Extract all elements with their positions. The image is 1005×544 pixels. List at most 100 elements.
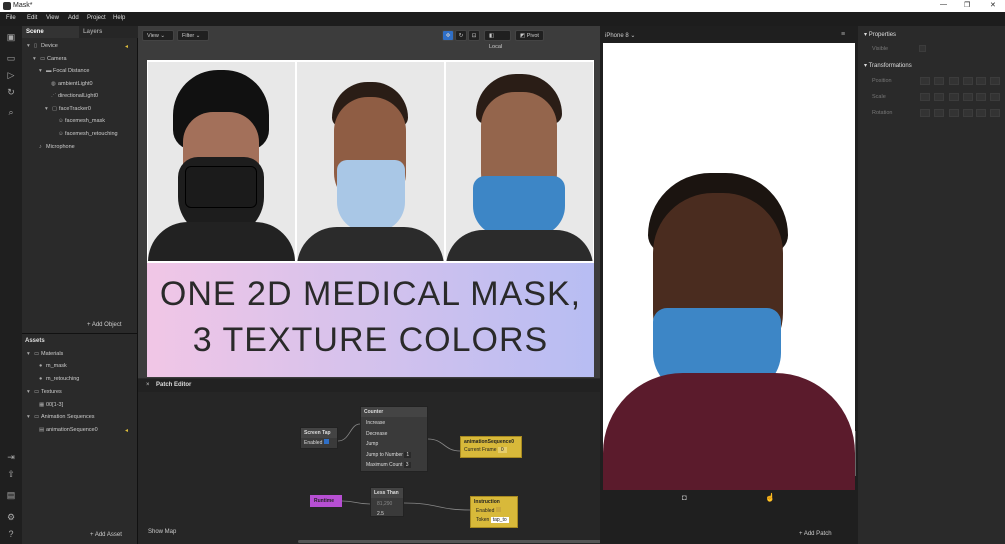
assets-title: Assets <box>25 338 45 344</box>
rotation-x-field[interactable] <box>920 109 930 117</box>
material-icon: ● <box>39 363 43 369</box>
asset-animation-sequence[interactable]: ▤ animationSequence0 <box>39 427 98 433</box>
filter-dropdown[interactable]: Filter ⌄ <box>177 30 209 41</box>
texture-icon: ▦ <box>39 402 45 408</box>
refresh-icon[interactable]: ↻ <box>5 86 17 98</box>
share-icon[interactable]: ⇧ <box>5 468 17 480</box>
tree-item-facemesh-retouching[interactable]: ☺facemesh_retouching <box>58 131 118 137</box>
tree-item-facemesh-mask[interactable]: ☺facemesh_mask <box>58 118 105 124</box>
asset-folder-materials[interactable]: ▾ ▭ Materials <box>27 351 63 357</box>
asset-texture-sequence[interactable]: ▦ 00[1-3] <box>39 402 63 408</box>
position-y-field[interactable] <box>949 77 959 85</box>
phone-screen <box>603 43 855 490</box>
pivot-button[interactable]: ◩ Pivot <box>515 30 544 41</box>
export-icon[interactable]: ⇥ <box>5 451 17 463</box>
position-z2-field[interactable] <box>990 77 1000 85</box>
focal-icon: ▬ <box>46 68 52 74</box>
screenshot-icon[interactable]: ◘ <box>682 493 687 502</box>
folder-icon: ▭ <box>34 389 40 395</box>
maximize-button[interactable]: ❐ <box>964 1 970 9</box>
pin-icon[interactable]: ◂ <box>125 427 128 434</box>
patch-editor[interactable]: × Patch Editor Screen Tap Enabled Counte… <box>138 379 618 544</box>
menu-add[interactable]: Add <box>68 15 79 21</box>
show-map-button[interactable]: Show Map <box>148 529 176 535</box>
add-asset-button[interactable]: + Add Asset <box>90 532 122 538</box>
facemesh-icon: ☺ <box>58 118 64 124</box>
position-x-field[interactable] <box>920 77 930 85</box>
folder-icon: ▭ <box>34 414 40 420</box>
facemesh-icon: ☺ <box>58 131 64 137</box>
asset-m-retouching[interactable]: ● m_retouching <box>39 376 79 382</box>
play-icon[interactable]: ▷ <box>5 69 17 81</box>
move-tool-icon[interactable]: ✥ <box>442 30 454 41</box>
tab-scene[interactable]: Scene <box>22 26 79 38</box>
view-dropdown[interactable]: View ⌄ <box>142 30 174 41</box>
layout-icon[interactable]: ▣ <box>5 31 17 43</box>
scale-z2-field[interactable] <box>990 93 1000 101</box>
scale-y2-field[interactable] <box>963 93 973 101</box>
tree-item-face-tracker[interactable]: ▾ ▢ faceTracker0 <box>45 106 91 112</box>
tree-item-camera[interactable]: ▾ ▭ Camera <box>33 56 67 62</box>
add-object-button[interactable]: + Add Object <box>87 322 122 328</box>
pin-icon[interactable]: ◂ <box>125 43 128 50</box>
position-label: Position <box>872 78 892 84</box>
tree-item-ambient-light[interactable]: ◍ ambientLight0 <box>51 81 93 87</box>
scale-y-field[interactable] <box>949 93 959 101</box>
help-icon[interactable]: ? <box>5 528 17 540</box>
device-dropdown[interactable]: iPhone 8 ⌄ <box>605 32 635 39</box>
local-button[interactable]: ◧ Local <box>484 30 511 50</box>
visible-checkbox[interactable] <box>919 45 926 52</box>
library-icon[interactable]: ▤ <box>5 489 17 501</box>
visible-label: Visible <box>872 46 889 52</box>
left-toolbar: ▣ ▭ ▷ ↻ ⌕ ⇥ ⇧ ▤ ⚙ ? <box>0 26 22 544</box>
tree-item-directional-light[interactable]: ⋰ directionalLight0 <box>51 93 98 99</box>
menu-project[interactable]: Project <box>87 15 106 21</box>
scale-z-field[interactable] <box>976 93 986 101</box>
banner-line-2: 3 TEXTURE COLORS <box>192 321 549 359</box>
zoom-icon[interactable]: ⌕ <box>5 106 17 118</box>
position-y2-field[interactable] <box>963 77 973 85</box>
video-icon[interactable]: ▭ <box>5 52 17 64</box>
rotation-y-field[interactable] <box>949 109 959 117</box>
patch-connections <box>337 423 471 511</box>
menu-file[interactable]: File <box>6 15 16 21</box>
app-icon <box>3 2 11 10</box>
tree-item-microphone[interactable]: ♪ Microphone <box>39 144 75 150</box>
position-z-field[interactable] <box>976 77 986 85</box>
rotation-z-field[interactable] <box>976 109 986 117</box>
close-button[interactable]: ✕ <box>990 1 996 9</box>
menu-edit[interactable]: Edit <box>27 15 37 21</box>
add-patch-button[interactable]: + Add Patch <box>799 531 832 537</box>
scale-label: Scale <box>872 94 886 100</box>
rotation-x2-field[interactable] <box>934 109 944 117</box>
asset-folder-textures[interactable]: ▾ ▭ Textures <box>27 389 62 395</box>
scale-tool-icon[interactable]: ⊡ <box>468 30 480 41</box>
horizontal-scrollbar[interactable] <box>298 540 618 543</box>
tree-item-device[interactable]: ▾ ▯ Device <box>27 43 58 49</box>
transformations-header[interactable]: ▾ Transformations <box>864 62 912 69</box>
menu-icon[interactable]: ≡ <box>841 31 845 38</box>
menu-help[interactable]: Help <box>113 15 125 21</box>
scale-x-field[interactable] <box>920 93 930 101</box>
banner-line-1: ONE 2D MEDICAL MASK, <box>159 275 582 313</box>
shirt <box>603 373 855 490</box>
settings-icon[interactable]: ⚙ <box>5 511 17 523</box>
directional-light-icon: ⋰ <box>51 93 57 99</box>
scale-x2-field[interactable] <box>934 93 944 101</box>
position-x2-field[interactable] <box>934 77 944 85</box>
tab-layers[interactable]: Layers <box>79 26 138 38</box>
properties-header[interactable]: ▾ Properties <box>864 31 896 38</box>
menu-view[interactable]: View <box>46 15 59 21</box>
rotation-z2-field[interactable] <box>990 109 1000 117</box>
animation-icon: ▤ <box>39 427 45 433</box>
minimize-button[interactable]: — <box>940 1 947 8</box>
asset-m-mask[interactable]: ● m_mask <box>39 363 67 369</box>
tree-item-focal-distance[interactable]: ▾ ▬ Focal Distance <box>39 68 89 74</box>
rotation-y2-field[interactable] <box>963 109 973 117</box>
blue-mask <box>473 176 565 236</box>
asset-folder-animation-sequences[interactable]: ▾ ▭ Animation Sequences <box>27 414 95 420</box>
touch-icon[interactable]: ☝ <box>765 493 775 502</box>
rotate-tool-icon[interactable]: ↻ <box>455 30 467 41</box>
face-photo-blue-mask <box>446 62 593 261</box>
microphone-icon: ♪ <box>39 144 42 150</box>
